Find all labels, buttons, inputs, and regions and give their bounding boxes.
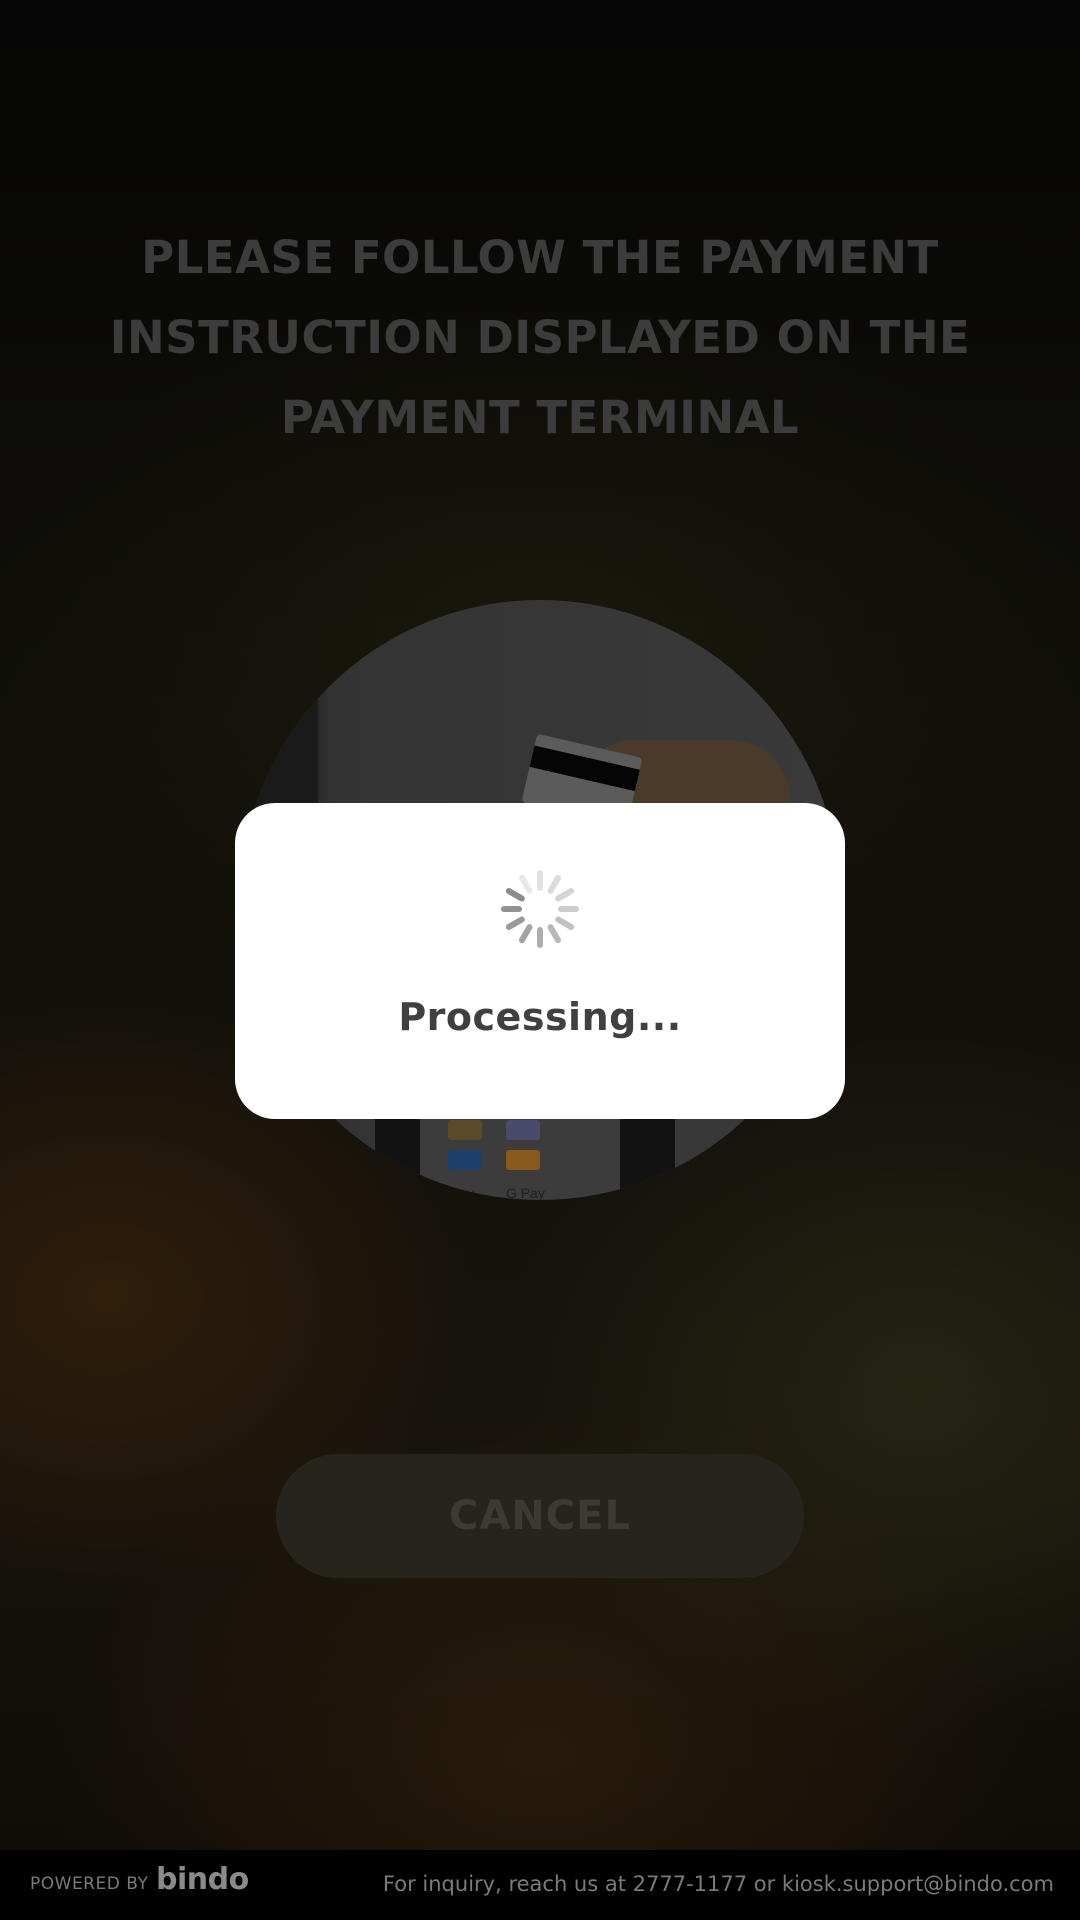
apple-pay-label: Pay (450, 1185, 475, 1200)
footer-bar: POWERED BY bindo For inquiry, reach us a… (0, 1850, 1080, 1920)
payment-instruction-heading: PLEASE FOLLOW THE PAYMENT INSTRUCTION DI… (100, 218, 980, 458)
card-brand-icon (448, 1150, 482, 1170)
instruction-line-1: PLEASE FOLLOW THE PAYMENT (141, 231, 939, 284)
powered-by-label: POWERED BY (30, 1874, 149, 1894)
google-pay-label: G Pay (506, 1185, 545, 1200)
cancel-button[interactable]: CANCEL (276, 1454, 804, 1578)
inquiry-contact-text: For inquiry, reach us at 2777-1177 or ki… (382, 1872, 1054, 1896)
processing-status-text: Processing... (398, 995, 682, 1039)
instruction-line-3: PAYMENT TERMINAL (280, 391, 800, 444)
card-brand-icon (506, 1120, 540, 1140)
card-brand-icon (448, 1120, 482, 1140)
loading-spinner-icon (501, 870, 579, 948)
card-brand-icon (506, 1150, 540, 1170)
processing-dialog: Processing... (235, 803, 845, 1119)
instruction-line-2: INSTRUCTION DISPLAYED ON THE (109, 311, 971, 364)
bindo-logo: bindo (156, 1862, 249, 1897)
